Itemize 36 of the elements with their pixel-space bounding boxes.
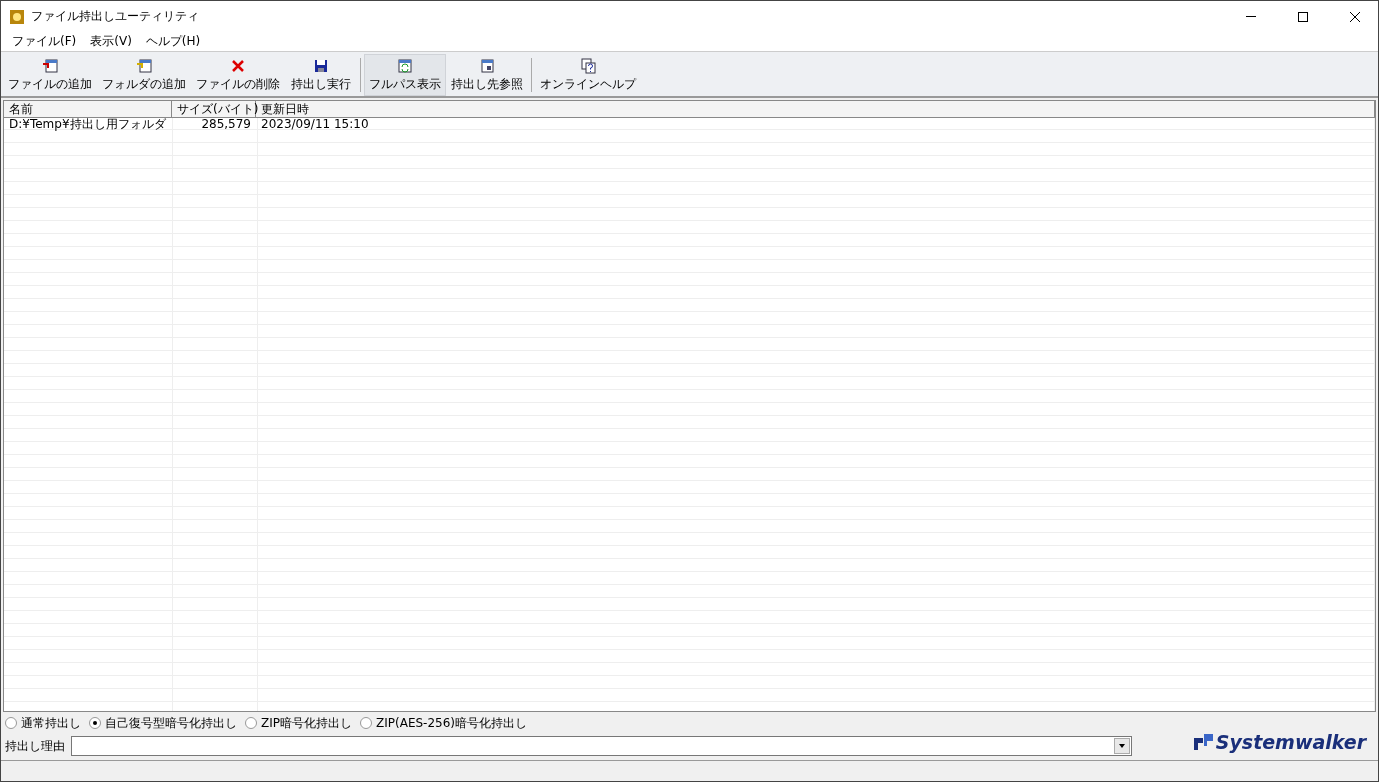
toolbar-button[interactable]: フルパス表示 [364,54,446,96]
radio-button[interactable] [360,717,372,729]
radio-button[interactable] [89,717,101,729]
table-cell-text: D:¥Temp¥持出し用フォルダ [8,118,167,131]
menu-item[interactable]: ヘルプ(H) [138,33,208,50]
radio-label[interactable]: ZIP暗号化持出し [261,714,352,732]
radio-button[interactable] [5,717,17,729]
toolbar-button[interactable]: ファイルの削除 [191,54,285,96]
logo-icon [1191,732,1214,752]
logo-text: Systemwalker [1215,731,1366,753]
radio-label[interactable]: ZIP(AES-256)暗号化持出し [376,714,527,732]
radio-label[interactable]: 自己復号型暗号化持出し [105,714,237,732]
menu-item[interactable]: 表示(V) [83,33,139,50]
field-label: 持出し理由 [5,737,65,755]
menu-item[interactable]: ファイル(F) [5,33,84,50]
column-header[interactable]: 名前 [4,101,172,117]
toolbar-button[interactable]: 持出し先参照 [446,54,528,96]
toolbar-button[interactable]: オンラインヘルプ [535,54,641,96]
table-cell-text: 285,579 [200,118,252,131]
toolbar-button[interactable]: 持出し実行 [285,54,357,96]
radio-button[interactable] [245,717,257,729]
caret-icon [1117,742,1126,750]
dropdown-button[interactable] [1113,738,1130,754]
toolbar-button[interactable]: ファイルの追加 [3,54,97,96]
window-icon [479,57,495,74]
help-icon [580,57,596,74]
radio-label[interactable]: 通常持出し [21,714,81,732]
column-header[interactable]: サイズ(バイト) [172,101,256,117]
table-cell-text: 2023/09/11 15:10 [260,118,370,131]
minimize-icon [1246,15,1256,18]
app-icon [9,8,25,25]
refresh-window-icon [397,57,413,74]
reason-combo-box[interactable] [71,736,1132,756]
cross-icon [230,57,246,74]
window-title: ファイル持出しユーティリティ [31,8,200,25]
toolbar-button[interactable]: フォルダの追加 [97,54,191,96]
